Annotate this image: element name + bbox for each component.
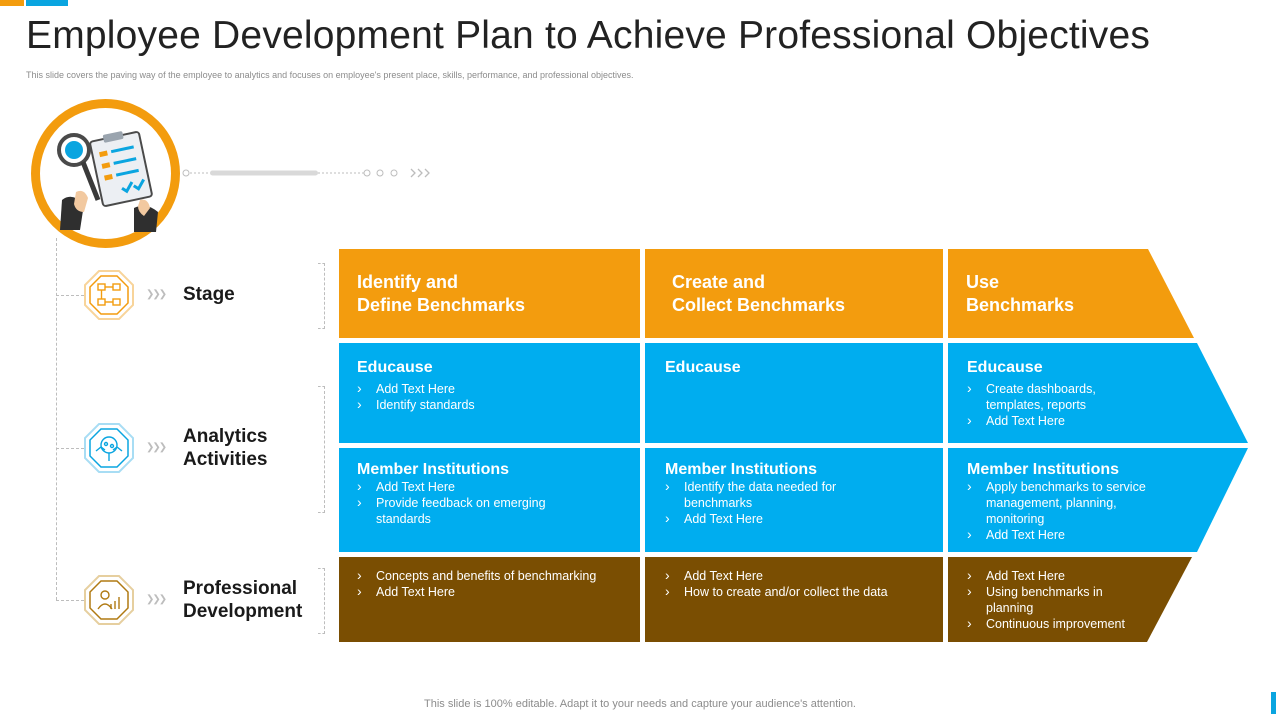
corner-accent: [1271, 692, 1276, 714]
list-item: Continuous improvement: [967, 615, 1125, 632]
page-title: Employee Development Plan to Achieve Pro…: [26, 14, 1151, 57]
educause-cell-3-list: Create dashboards, templates, reports Add…: [967, 380, 1096, 429]
row-label-stage-line: Stage: [183, 284, 235, 305]
list-item: Provide feedback on emerging standards: [357, 494, 546, 527]
member-cell-2-title: Member Institutions: [665, 461, 818, 478]
row-label-development-line1: Professional: [183, 578, 298, 599]
accent-bar-orange: [0, 0, 24, 6]
list-item: Add Text Here: [967, 567, 1125, 584]
stage-header-3: Use Benchmarks: [948, 249, 1194, 338]
development-cell-2: Add Text Here How to create and/or colle…: [645, 557, 943, 642]
list-item: Add Text Here: [357, 380, 475, 397]
educause-cell-3-title: Educause: [967, 359, 1043, 376]
list-item: Identify the data needed for benchmarks: [665, 478, 837, 511]
stage-header-1: Identify and Define Benchmarks: [339, 249, 640, 338]
member-cell-2-list: Identify the data needed for benchmarks A…: [665, 478, 837, 527]
list-item: Add Text Here: [967, 412, 1096, 429]
row-label-analytics: Analytics Activities: [183, 425, 267, 471]
member-cell-3: Member Institutions Apply benchmarks to …: [948, 448, 1198, 552]
row-label-analytics-line2: Activities: [183, 449, 268, 470]
list-item: Add Text Here: [967, 526, 1146, 543]
page-subtitle: This slide covers the paving way of the …: [26, 70, 634, 80]
stage-header-3-line1: Use: [966, 272, 1000, 292]
list-item-line: monitoring: [986, 512, 1045, 526]
list-item: Identify standards: [357, 396, 475, 413]
list-item-line: management, planning,: [986, 496, 1117, 510]
analytics-bracket: [318, 386, 325, 513]
stage-header-1-title: Identify and Define Benchmarks: [357, 271, 525, 317]
educause-cell-1: Educause Add Text Here Identify standard…: [339, 343, 640, 443]
hero-circle: [31, 99, 180, 248]
stage-connector-line: [56, 238, 57, 600]
member-cell-1: Member Institutions Add Text Here Provid…: [339, 448, 640, 552]
list-item-line: Using benchmarks in: [986, 585, 1103, 599]
list-item-line: templates, reports: [986, 398, 1087, 412]
stage-header-1-line2: Define Benchmarks: [357, 295, 526, 315]
list-item-line: Identify the data needed for: [684, 480, 837, 494]
educause-cell-1-title: Educause: [357, 359, 433, 376]
list-item-line: benchmarks: [684, 496, 753, 510]
development-cell-1-list: Concepts and benefits of benchmarking Ad…: [357, 567, 596, 600]
member-cell-3-list: Apply benchmarks to service management, p…: [967, 478, 1146, 543]
analytics-magnifier-icon: [84, 423, 134, 473]
member-cell-2: Member Institutions Identify the data ne…: [645, 448, 943, 552]
list-item: How to create and/or collect the data: [665, 583, 888, 600]
educause-cell-2-title: Educause: [665, 359, 741, 376]
member-cell-1-list: Add Text Here Provide feedback on emergi…: [357, 478, 546, 527]
stage-header-2-line1: Create and: [672, 272, 766, 292]
development-cell-2-list: Add Text Here How to create and/or colle…: [665, 567, 888, 600]
member-cell-1-title: Member Institutions: [357, 461, 510, 478]
analytics-chevron-icon: ❯❯❯: [146, 442, 167, 453]
stage-chevron-icon: ❯❯❯: [146, 289, 167, 300]
stage-header-3-title: Use Benchmarks: [966, 271, 1074, 317]
row-label-development: Professional Development: [183, 577, 302, 623]
development-bracket: [318, 568, 325, 634]
list-item: Add Text Here: [665, 567, 888, 584]
flowchart-icon: [84, 270, 134, 320]
row-label-stage: Stage: [183, 283, 235, 306]
development-chevron-icon: ❯❯❯: [146, 594, 167, 605]
list-item: Using benchmarks in planning: [967, 583, 1125, 616]
stage-header-2-line2: Collect Benchmarks: [672, 295, 846, 315]
stage-branch-line: [56, 295, 84, 296]
member-cell-3-title: Member Institutions: [967, 461, 1120, 478]
stage-header-1-line1: Identify and: [357, 272, 459, 292]
list-item: Add Text Here: [357, 583, 596, 600]
list-item-line: planning: [986, 601, 1034, 615]
development-branch-line: [56, 600, 84, 601]
row-label-analytics-line1: Analytics: [183, 426, 268, 447]
development-cell-3: Add Text Here Using benchmarks in plannin…: [948, 557, 1194, 642]
list-item: Add Text Here: [665, 510, 836, 527]
list-item: Add Text Here: [357, 478, 546, 495]
stage-header-2-title: Create and Collect Benchmarks: [672, 271, 845, 317]
hero-connector: [182, 168, 430, 178]
list-item-line: Create dashboards,: [986, 382, 1096, 396]
stage-header-3-line2: Benchmarks: [966, 295, 1075, 315]
stage-bracket: [318, 263, 325, 329]
development-cell-3-list: Add Text Here Using benchmarks in plannin…: [967, 567, 1125, 632]
professional-growth-icon: [84, 575, 134, 625]
list-item-line: standards: [376, 512, 431, 526]
clipboard-checklist-magnifier-icon: [57, 131, 158, 232]
accent-bar-blue: [26, 0, 68, 6]
list-item: Create dashboards, templates, reports: [967, 380, 1096, 413]
stage-header-2: Create and Collect Benchmarks: [645, 249, 943, 338]
list-item-line: Apply benchmarks to service: [986, 480, 1146, 494]
row-label-development-line2: Development: [183, 601, 303, 622]
educause-cell-2: Educause: [645, 343, 943, 443]
analytics-branch-line: [56, 448, 84, 449]
educause-cell-3: Educause Create dashboards, templates, re…: [948, 343, 1198, 443]
educause-cell-1-list: Add Text Here Identify standards: [357, 380, 475, 413]
footer-note: This slide is 100% editable. Adapt it to…: [424, 698, 856, 710]
list-item: Apply benchmarks to service management, p…: [967, 478, 1146, 527]
list-item-line: Provide feedback on emerging: [376, 496, 546, 510]
development-cell-1: Concepts and benefits of benchmarking Ad…: [339, 557, 640, 642]
list-item: Concepts and benefits of benchmarking: [357, 567, 596, 584]
